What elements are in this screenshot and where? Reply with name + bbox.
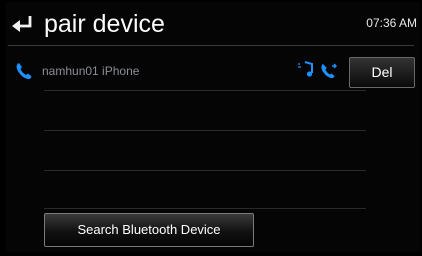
list-divider xyxy=(44,130,366,131)
search-bluetooth-device-button[interactable]: Search Bluetooth Device xyxy=(44,213,254,247)
phone-icon xyxy=(16,62,32,80)
delete-button[interactable]: Del xyxy=(349,57,415,88)
page-title: pair device xyxy=(44,10,165,38)
list-divider xyxy=(44,90,366,91)
pair-device-screen: pair device 07:36 AM namhun01 iPhone Del… xyxy=(0,0,422,256)
clock: 07:36 AM xyxy=(366,16,417,30)
list-divider xyxy=(44,208,366,209)
music-icon xyxy=(296,60,316,80)
header-divider xyxy=(8,45,414,46)
back-button[interactable] xyxy=(10,13,36,35)
device-name: namhun01 iPhone xyxy=(42,64,140,78)
back-arrow-icon xyxy=(12,16,32,32)
call-icon xyxy=(320,62,338,80)
list-divider xyxy=(44,170,366,171)
